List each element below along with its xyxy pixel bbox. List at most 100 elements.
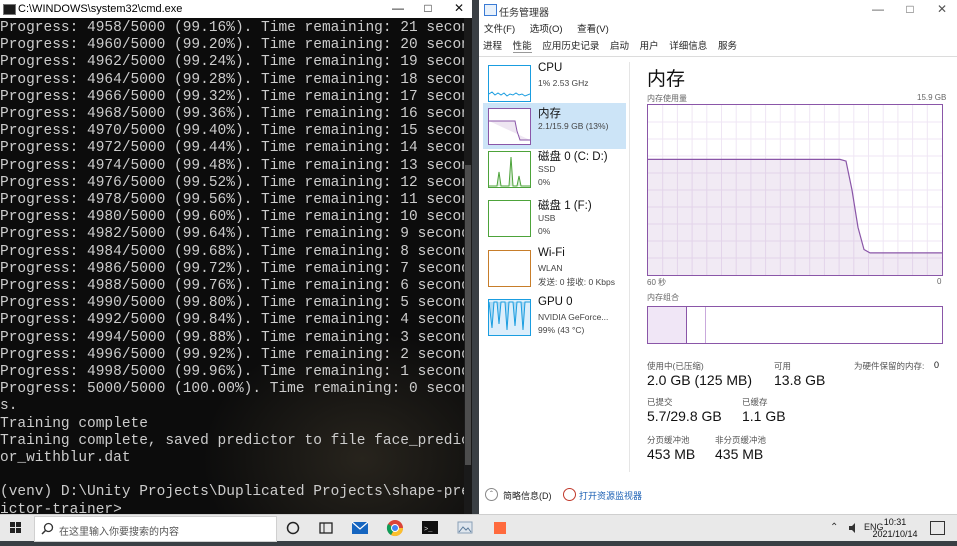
console-output[interactable]: Progress: 4958/5000 (99.16%). Time remai…	[0, 18, 464, 514]
console-line: Progress: 4988/5000 (99.76%). Time remai…	[0, 278, 464, 295]
memory-usage: 2.1/15.9 GB (13%)	[538, 121, 609, 131]
console-line: Training complete, saved predictor to fi…	[0, 432, 464, 449]
tab-processes[interactable]: 进程	[483, 38, 502, 52]
cached-label: 已缓存	[742, 397, 768, 407]
disk1-name: 磁盘 1 (F:)	[538, 200, 592, 212]
gpu-thumbnail-graph	[488, 299, 531, 336]
hardware-reserved-label: 为硬件保留的内存:	[854, 361, 925, 371]
minimize-button[interactable]: —	[383, 0, 413, 18]
memory-composition-label: 内存组合	[647, 293, 679, 302]
sidebar-item-memory[interactable]: 内存 2.1/15.9 GB (13%)	[483, 103, 626, 149]
cmd-title-bar[interactable]: C:\WINDOWS\system32\cmd.exe — □ ✕	[0, 0, 472, 18]
console-line: Progress: 4972/5000 (99.44%). Time remai…	[0, 140, 464, 157]
console-line: Progress: 4986/5000 (99.72%). Time remai…	[0, 260, 464, 277]
menu-file[interactable]: 文件(F)	[484, 24, 515, 35]
menu-bar: 文件(F) 选项(O) 查看(V)	[484, 21, 621, 35]
windows-logo-icon	[10, 522, 21, 533]
fewer-details-link[interactable]: 简略信息(D)	[503, 489, 552, 502]
cmd-taskbar-icon[interactable]: >_	[420, 518, 440, 538]
cached-value: 1.1 GB	[742, 408, 786, 424]
tab-app-history[interactable]: 应用历史记录	[542, 38, 599, 52]
console-line: ictor-trainer>	[0, 501, 122, 514]
sidebar-item-disk1[interactable]: 磁盘 1 (F:) USB 0%	[483, 195, 626, 241]
memory-thumbnail-graph	[488, 108, 531, 145]
committed-value: 5.7/29.8 GB	[647, 408, 722, 424]
composition-in-use	[648, 307, 687, 343]
task-manager-window: 任务管理器 — □ ✕ 文件(F) 选项(O) 查看(V) 进程 性能 应用历史…	[479, 0, 957, 514]
console-line: Progress: 4964/5000 (99.28%). Time remai…	[0, 71, 464, 88]
cmd-window: C:\WINDOWS\system32\cmd.exe — □ ✕ Progre…	[0, 0, 472, 514]
tab-performance[interactable]: 性能	[512, 38, 532, 53]
tm-minimize-button[interactable]: —	[864, 1, 892, 19]
clock-date[interactable]: 2021/10/14	[870, 529, 920, 539]
mail-icon[interactable]	[350, 518, 370, 538]
console-line: Progress: 4978/5000 (99.56%). Time remai…	[0, 192, 464, 209]
open-resource-monitor-link[interactable]: 打开资源监视器	[579, 489, 642, 502]
tm-maximize-button[interactable]: □	[896, 1, 924, 19]
console-line: Progress: 4990/5000 (99.80%). Time remai…	[0, 295, 464, 312]
taskbar: 在这里输入你要搜索的内容 >_ ⌃ ENG 10:31 2021/10/14	[0, 514, 957, 542]
menu-options[interactable]: 选项(O)	[530, 24, 563, 35]
committed-label: 已提交	[647, 397, 673, 407]
sidebar-item-wifi[interactable]: Wi-Fi WLAN 发送: 0 接收: 0 Kbps	[483, 245, 626, 291]
console-line: Progress: 5000/5000 (100.00%). Time rema…	[0, 381, 464, 398]
photos-icon[interactable]	[455, 518, 475, 538]
chrome-icon[interactable]	[385, 518, 405, 538]
console-lines: Progress: 4958/5000 (99.16%). Time remai…	[0, 20, 464, 514]
sidebar-item-disk0[interactable]: 磁盘 0 (C: D:) SSD 0%	[483, 146, 626, 192]
disk1-thumbnail-graph	[488, 200, 531, 237]
cpu-thumbnail-graph	[488, 65, 531, 102]
wifi-adapter: WLAN	[538, 263, 563, 273]
console-line: Progress: 4966/5000 (99.32%). Time remai…	[0, 88, 464, 105]
in-use-label: 使用中(已压缩)	[647, 361, 704, 371]
console-line: Training complete	[0, 415, 148, 432]
available-value: 13.8 GB	[774, 372, 826, 388]
memory-usage-chart	[648, 105, 942, 275]
disk1-type: USB	[538, 213, 556, 223]
chevron-up-icon[interactable]: ⌃	[830, 522, 838, 533]
gpu-model: NVIDIA GeForce...	[538, 312, 609, 322]
cmd-window-title: C:\WINDOWS\system32\cmd.exe	[18, 3, 183, 15]
notification-icon[interactable]	[930, 521, 945, 535]
console-line: Progress: 4968/5000 (99.36%). Time remai…	[0, 106, 464, 123]
tab-startup[interactable]: 启动	[610, 38, 629, 52]
volume-icon[interactable]	[848, 521, 860, 533]
tm-title-bar[interactable]: 任务管理器 — □ ✕	[479, 0, 957, 20]
search-placeholder: 在这里输入你要搜索的内容	[59, 527, 179, 538]
task-view-icon[interactable]	[283, 518, 303, 538]
menu-view[interactable]: 查看(V)	[577, 24, 609, 35]
memory-max-label: 15.9 GB	[917, 93, 947, 102]
maximize-button[interactable]: □	[413, 0, 443, 18]
composition-standby-divider	[705, 307, 706, 343]
in-use-value: 2.0 GB (125 MB)	[647, 372, 753, 388]
app-icon[interactable]	[490, 518, 510, 538]
memory-panel-title: 内存	[647, 69, 686, 90]
start-button[interactable]	[0, 515, 30, 541]
tab-bar: 进程 性能 应用历史记录 启动 用户 详细信息 服务	[483, 38, 745, 56]
memory-composition-bar	[647, 306, 943, 344]
taskbar-search-box[interactable]: 在这里输入你要搜索的内容	[34, 516, 277, 542]
graph-x-left-label: 60 秒	[647, 278, 667, 287]
nonpaged-pool-label: 非分页缓冲池	[715, 435, 767, 445]
memory-usage-graph	[647, 104, 943, 276]
tab-details[interactable]: 详细信息	[669, 38, 707, 52]
scrollbar-thumb[interactable]	[465, 165, 471, 465]
sidebar-item-gpu[interactable]: GPU 0 NVIDIA GeForce... 99% (43 °C)	[483, 294, 626, 340]
tab-services[interactable]: 服务	[718, 38, 737, 52]
disk0-type: SSD	[538, 164, 556, 174]
console-line: Progress: 4962/5000 (99.24%). Time remai…	[0, 54, 464, 71]
console-line: or_withblur.dat	[0, 450, 131, 467]
resource-monitor-icon	[563, 488, 576, 501]
tm-close-button[interactable]: ✕	[928, 1, 956, 19]
cpu-usage: 1% 2.53 GHz	[538, 78, 589, 88]
close-button[interactable]: ✕	[444, 0, 472, 18]
paged-pool-value: 453 MB	[647, 446, 696, 462]
chevron-up-icon[interactable]: ˆ	[485, 488, 498, 501]
clock-time[interactable]: 10:31	[872, 517, 918, 527]
sidebar-item-cpu[interactable]: CPU 1% 2.53 GHz	[483, 60, 626, 106]
tab-users[interactable]: 用户	[640, 38, 659, 52]
timeline-icon[interactable]	[316, 518, 336, 538]
memory-usage-label: 内存使用量	[647, 94, 687, 103]
console-line: Progress: 4992/5000 (99.84%). Time remai…	[0, 312, 464, 329]
